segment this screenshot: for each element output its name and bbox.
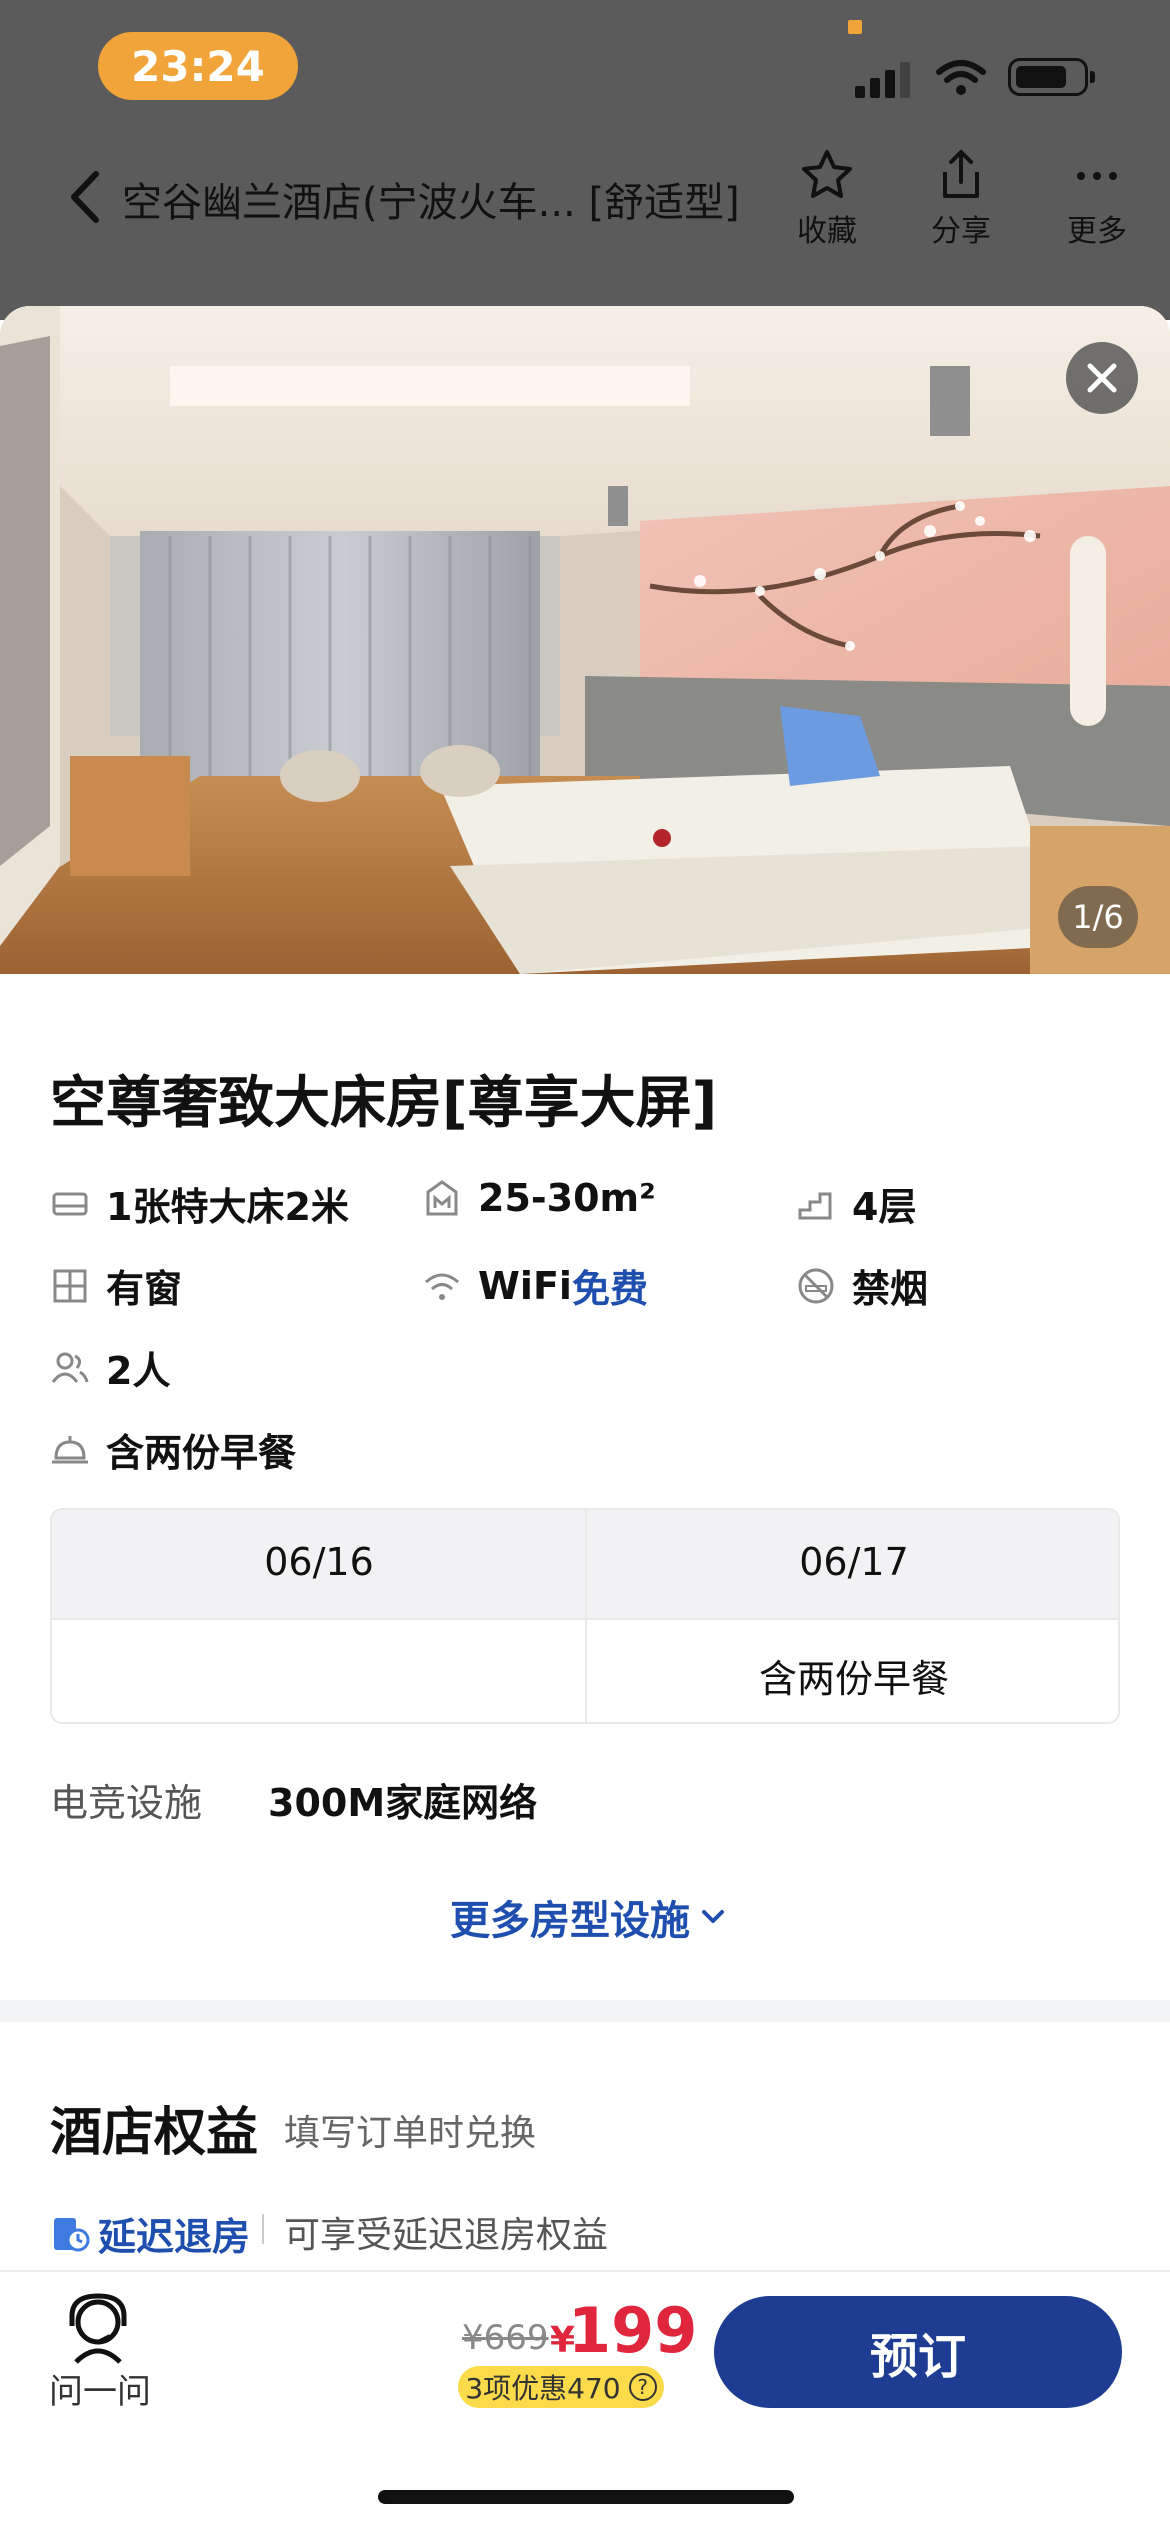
- feature-floor-text: 4层: [852, 1185, 917, 1229]
- late-checkout-icon: [54, 2217, 90, 2251]
- current-price: 199: [568, 2294, 698, 2367]
- bed-icon: [52, 1192, 88, 1215]
- close-button[interactable]: [1066, 342, 1138, 414]
- room-title: 空尊奢致大床房[尊享大屏]: [50, 1071, 718, 1136]
- more-room-facilities-text: 更多房型设施: [450, 1898, 690, 1944]
- date-cell: 06/17: [799, 1540, 909, 1584]
- discount-text: 3项优惠470: [465, 2372, 621, 2405]
- feature-breakfast: 含两份早餐: [50, 1422, 296, 1477]
- room-photo-illustration: [0, 306, 1170, 974]
- feature-smoking-text: 禁烟: [852, 1267, 929, 1311]
- feature-window-text: 有窗: [106, 1267, 183, 1311]
- more-room-facilities-link[interactable]: 更多房型设施: [450, 1888, 730, 1946]
- window-icon: [53, 1269, 87, 1302]
- meal-cell: 含两份早餐: [758, 1657, 949, 1701]
- feature-wifi: WiFi 免费: [422, 1258, 648, 1313]
- star-icon: [802, 150, 852, 198]
- feature-wifi-free: 免费: [571, 1267, 648, 1311]
- late-checkout-label: 延迟退房: [98, 2215, 251, 2259]
- ask-button[interactable]: [48, 2292, 148, 2368]
- feature-window: 有窗: [50, 1258, 182, 1313]
- help-icon: ?: [628, 2373, 657, 2401]
- feature-occupancy: 2人: [50, 1340, 170, 1395]
- share-button[interactable]: 分享: [906, 148, 1016, 249]
- hotel-perks-title: 酒店权益: [50, 2103, 259, 2163]
- feature-area: 25-30m²: [422, 1176, 656, 1220]
- wifi-status-icon: [936, 60, 986, 95]
- feature-floor: 4层: [796, 1176, 916, 1231]
- share-icon: [943, 150, 979, 198]
- late-checkout-tag: 延迟退房: [50, 2206, 250, 2261]
- favorite-label: 收藏: [797, 214, 857, 249]
- ask-label: 问一问: [49, 2372, 151, 2412]
- more-icon: [1077, 172, 1117, 180]
- feature-occupancy-text: 2人: [106, 1349, 171, 1393]
- date-cell: 06/16: [264, 1540, 374, 1584]
- more-button[interactable]: 更多: [1042, 148, 1152, 249]
- room-photo[interactable]: [0, 306, 1170, 974]
- late-checkout-description: 可享受延迟退房权益: [284, 2215, 609, 2256]
- perk-separator: [262, 2214, 264, 2244]
- area-icon: [426, 1180, 458, 1216]
- original-price: ¥669: [462, 2318, 549, 2358]
- privacy-indicator-dot: [848, 20, 862, 34]
- chevron-down-icon: [702, 1910, 724, 1923]
- photo-counter: 1/6: [1058, 886, 1138, 948]
- no-smoking-icon: [798, 1268, 834, 1303]
- home-indicator: [378, 2490, 794, 2504]
- customer-service-icon: [69, 2293, 127, 2364]
- section-divider: [0, 2000, 1170, 2022]
- share-label: 分享: [931, 214, 991, 249]
- stairs-icon: [798, 1192, 832, 1219]
- esports-label: 电竞设施: [50, 1781, 203, 1825]
- battery-icon: [1008, 58, 1095, 96]
- feature-breakfast-text: 含两份早餐: [106, 1431, 297, 1475]
- wifi-icon: [425, 1273, 459, 1300]
- room-detail-sheet: [0, 306, 1170, 2532]
- discount-badge[interactable]: 3项优惠470 ?: [458, 2366, 664, 2408]
- status-time: 23:24: [98, 32, 298, 100]
- more-label: 更多: [1067, 214, 1127, 249]
- book-button[interactable]: 预订: [714, 2296, 1122, 2408]
- feature-smoking: 禁烟: [796, 1258, 928, 1313]
- feature-bed-text: 1张特大床2米: [106, 1185, 349, 1229]
- close-icon: [1087, 363, 1117, 393]
- back-arrow-icon[interactable]: [66, 170, 106, 224]
- feature-wifi-prefix: WiFi: [478, 1263, 572, 1308]
- hotel-title: 空谷幽兰酒店(宁波火车... [舒适型]: [122, 180, 740, 226]
- feature-area-text: 25-30m²: [478, 1176, 656, 1220]
- guests-icon: [51, 1352, 89, 1383]
- feature-bed: 1张特大床2米: [50, 1176, 349, 1231]
- favorite-button[interactable]: 收藏: [772, 148, 882, 249]
- cellular-signal-icon: [855, 58, 915, 98]
- hotel-perks-subtitle: 填写订单时兑换: [284, 2113, 537, 2154]
- table-divider: [52, 1618, 1118, 1620]
- meal-date-table: 06/16 06/17 含两份早餐: [50, 1508, 1120, 1724]
- esports-value: 300M家庭网络: [268, 1781, 538, 1825]
- dish-cover-icon: [52, 1435, 88, 1463]
